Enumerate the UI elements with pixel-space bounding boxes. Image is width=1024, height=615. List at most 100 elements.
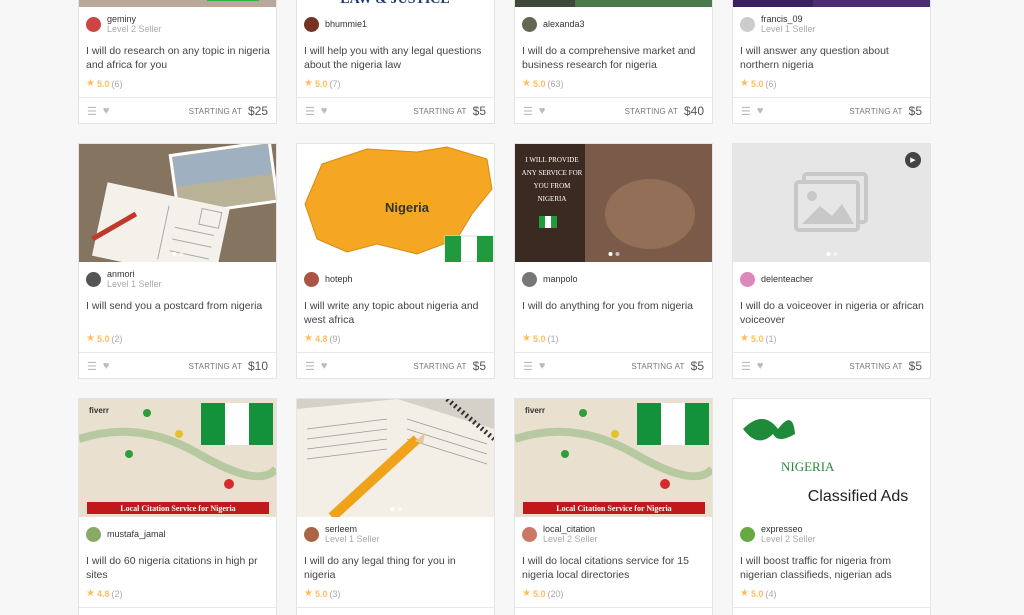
seller-name[interactable]: geminy	[107, 14, 162, 24]
gig-card[interactable]: NIGERIA Classified Ads expresseo Level 2 …	[732, 398, 931, 615]
avatar[interactable]	[304, 526, 319, 542]
gig-title[interactable]: I will write any topic about nigeria and…	[304, 299, 490, 327]
seller-name[interactable]: francis_09	[761, 14, 816, 24]
seller-info[interactable]: expresseo Level 2 Seller	[740, 522, 816, 546]
star-icon: ★	[740, 333, 749, 344]
gig-thumbnail[interactable]: Nigeria	[297, 144, 494, 262]
gig-card[interactable]: anmori Level 1 Seller I will send you a …	[78, 143, 277, 379]
list-icon[interactable]: ☰	[305, 360, 315, 373]
heart-icon[interactable]: ♥	[321, 360, 328, 372]
seller-info[interactable]: local_citation Level 2 Seller	[522, 522, 598, 546]
rating-count: (6)	[111, 78, 123, 89]
gig-card[interactable]: alexanda3 I will do a comprehensive mark…	[514, 0, 713, 124]
seller-info[interactable]: hoteph	[304, 267, 353, 291]
gig-title[interactable]: I will do anything for you from nigeria	[522, 299, 708, 313]
gig-thumbnail[interactable]: LAW & JUSTICE	[297, 0, 494, 7]
seller-name[interactable]: alexanda3	[543, 19, 585, 29]
list-icon[interactable]: ☰	[741, 360, 751, 373]
seller-name[interactable]: serleem	[325, 524, 380, 534]
seller-info[interactable]: geminy Level 2 Seller	[86, 12, 162, 36]
gig-thumbnail[interactable]	[79, 144, 276, 262]
seller-name[interactable]: bhummie1	[325, 19, 367, 29]
seller-name[interactable]: manpolo	[543, 274, 578, 284]
heart-icon[interactable]: ♥	[539, 360, 546, 372]
avatar[interactable]	[740, 271, 755, 287]
seller-info[interactable]: mustafa_jamal	[86, 522, 166, 546]
list-icon[interactable]: ☰	[523, 105, 533, 118]
avatar[interactable]	[522, 271, 537, 287]
gig-card[interactable]: fiverr Local Citation Service for Nigeria…	[514, 398, 713, 615]
gig-title[interactable]: I will do local citations service for 15…	[522, 554, 708, 582]
heart-icon[interactable]: ♥	[757, 105, 764, 117]
gig-thumbnail[interactable]	[733, 0, 930, 7]
avatar[interactable]	[86, 271, 101, 287]
avatar[interactable]	[86, 526, 101, 542]
gig-thumbnail[interactable]: ▶	[733, 144, 930, 262]
seller-info[interactable]: manpolo	[522, 267, 578, 291]
heart-icon[interactable]: ♥	[757, 360, 764, 372]
avatar[interactable]	[740, 526, 755, 542]
avatar[interactable]	[522, 16, 537, 32]
gig-title[interactable]: I will send you a postcard from nigeria	[86, 299, 272, 313]
gig-thumbnail[interactable]: NIGERIA Classified Ads	[733, 399, 930, 517]
gig-card[interactable]: serleem Level 1 Seller I will do any leg…	[296, 398, 495, 615]
gig-card[interactable]: Nigeria hoteph I will write any topic ab…	[296, 143, 495, 379]
avatar[interactable]	[304, 16, 319, 32]
play-icon[interactable]: ▶	[905, 152, 921, 168]
carousel-dots[interactable]	[608, 252, 619, 256]
gig-title[interactable]: I will do any legal thing for you in nig…	[304, 554, 490, 582]
seller-name[interactable]: local_citation	[543, 524, 598, 534]
gig-title[interactable]: I will do a voiceover in nigeria or afri…	[740, 299, 926, 327]
gig-title[interactable]: I will do research on any topic in niger…	[86, 44, 272, 72]
gig-title[interactable]: I will answer any question about norther…	[740, 44, 926, 72]
heart-icon[interactable]: ♥	[103, 105, 110, 117]
gig-card[interactable]: LAW & JUSTICE bhummie1 I will help you w…	[296, 0, 495, 124]
seller-name[interactable]: hoteph	[325, 274, 353, 284]
avatar[interactable]	[522, 526, 537, 542]
avatar[interactable]	[304, 271, 319, 287]
seller-info[interactable]: delenteacher	[740, 267, 813, 291]
seller-info[interactable]: bhummie1	[304, 12, 367, 36]
heart-icon[interactable]: ♥	[103, 360, 110, 372]
card-footer: ☰ ♥ STARTING AT $5	[515, 352, 712, 379]
carousel-dots[interactable]	[826, 252, 837, 256]
list-icon[interactable]: ☰	[305, 105, 315, 118]
gig-thumbnail[interactable]: fiverr Local Citation Service for Nigeria	[515, 399, 712, 517]
carousel-dots[interactable]	[390, 252, 401, 256]
list-icon[interactable]: ☰	[87, 105, 97, 118]
gig-card[interactable]: ▶ delenteacher I will do a voiceover in …	[732, 143, 931, 379]
gig-title[interactable]: I will do 60 nigeria citations in high p…	[86, 554, 272, 582]
gig-title[interactable]: I will help you with any legal questions…	[304, 44, 490, 72]
gig-title[interactable]: I will boost traffic for nigeria from ni…	[740, 554, 926, 582]
seller-info[interactable]: francis_09 Level 1 Seller	[740, 12, 816, 36]
gig-thumbnail[interactable]: I WILL PROVIDE ANY SERVICE FOR YOU FROM …	[515, 144, 712, 262]
carousel-dots[interactable]	[172, 252, 183, 256]
gig-card[interactable]: fiverr Local Citation Service for Nigeria…	[78, 398, 277, 615]
gig-thumbnail[interactable]	[515, 0, 712, 7]
rating-count: (2)	[111, 333, 123, 344]
heart-icon[interactable]: ♥	[539, 105, 546, 117]
price: $5	[472, 104, 486, 118]
star-icon: ★	[304, 78, 313, 89]
gig-card[interactable]: I WILL PROVIDE ANY SERVICE FOR YOU FROM …	[514, 143, 713, 379]
gig-card[interactable]: francis_09 Level 1 Seller I will answer …	[732, 0, 931, 124]
avatar[interactable]	[740, 16, 755, 32]
seller-name[interactable]: anmori	[107, 269, 162, 279]
gig-thumbnail[interactable]	[297, 399, 494, 517]
seller-name[interactable]: expresseo	[761, 524, 816, 534]
heart-icon[interactable]: ♥	[321, 105, 328, 117]
seller-name[interactable]: delenteacher	[761, 274, 813, 284]
carousel-dots[interactable]	[390, 507, 401, 511]
gig-thumbnail[interactable]: fiverr Local Citation Service for Nigeria	[79, 399, 276, 517]
seller-info[interactable]: anmori Level 1 Seller	[86, 267, 162, 291]
list-icon[interactable]: ☰	[87, 360, 97, 373]
list-icon[interactable]: ☰	[523, 360, 533, 373]
gig-title[interactable]: I will do a comprehensive market and bus…	[522, 44, 708, 72]
gig-card[interactable]: Contact Me geminy Level 2 Seller I will …	[78, 0, 277, 124]
seller-info[interactable]: alexanda3	[522, 12, 585, 36]
seller-info[interactable]: serleem Level 1 Seller	[304, 522, 380, 546]
gig-thumbnail[interactable]: Contact Me	[79, 0, 276, 7]
seller-name[interactable]: mustafa_jamal	[107, 529, 166, 539]
avatar[interactable]	[86, 16, 101, 32]
list-icon[interactable]: ☰	[741, 105, 751, 118]
